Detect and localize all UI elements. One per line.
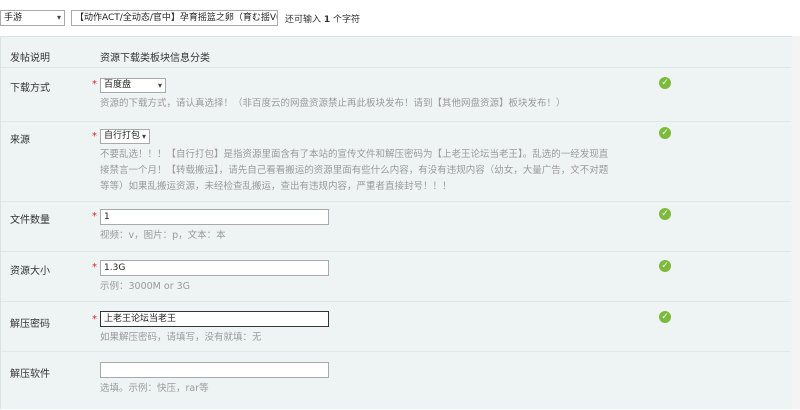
check-icon: ✓ bbox=[659, 77, 671, 89]
download-method-label: 下载方式 bbox=[10, 83, 50, 94]
resource-size-hint: 示例：3000M or 3G bbox=[100, 281, 191, 292]
unzip-password-label: 解压密码 bbox=[10, 319, 50, 330]
category-select[interactable]: 手游 ▾ bbox=[0, 10, 65, 26]
required-marker: * bbox=[92, 262, 97, 273]
required-marker: * bbox=[92, 79, 97, 90]
required-marker: * bbox=[92, 314, 97, 325]
remaining-suffix: 个字符 bbox=[333, 15, 361, 25]
download-method-row: 下载方式 * 百度盘 ▾ 资源的下载方式，请认真选择！（非百度云的网盘资源禁止再… bbox=[1, 67, 791, 122]
file-count-hint: 视频：v，图片：p，文本：本 bbox=[100, 230, 226, 241]
unzip-software-label: 解压软件 bbox=[10, 369, 50, 380]
file-count-label: 文件数量 bbox=[10, 215, 50, 226]
post-title-bar: 手游 ▾ 【动作ACT/全动态/官中】孕育摇篮之卵（育む揺V0.1.33 还可输… bbox=[0, 0, 800, 34]
file-count-input[interactable]: 1 bbox=[100, 209, 329, 225]
source-hint-line-2: 接禁言一个月！【转载搬运】，请先自己看看搬运的资源里面有些什么内容，有没有违规内… bbox=[100, 165, 609, 176]
download-method-hint: 资源的下载方式，请认真选择！（非百度云的网盘资源禁止再此板块发布！请到【其他网盘… bbox=[100, 98, 566, 109]
form-header-row: 发帖说明 资源下载类板块信息分类 bbox=[1, 37, 791, 68]
remaining-char-counter: 还可输入 1 个字符 bbox=[285, 12, 360, 25]
remaining-count: 1 bbox=[323, 15, 331, 25]
source-hint-line-1: 不要乱选！！！【自行打包】是指资源里面含有了本站的宣传文件和解压密码为【上老王论… bbox=[100, 149, 609, 160]
source-select[interactable]: 自行打包 ▾ bbox=[100, 129, 150, 144]
unzip-software-row: 解压软件 选填。示例：快压，rar等 bbox=[1, 351, 791, 410]
title-input[interactable]: 【动作ACT/全动态/官中】孕育摇篮之卵（育む揺V0.1.33 bbox=[71, 10, 278, 26]
source-label: 来源 bbox=[10, 135, 30, 146]
chevron-down-icon: ▾ bbox=[141, 132, 146, 141]
classification-form: 发帖说明 资源下载类板块信息分类 下载方式 * 百度盘 ▾ 资源的下载方式，请认… bbox=[0, 36, 792, 409]
unzip-software-hint: 选填。示例：快压，rar等 bbox=[100, 383, 209, 394]
download-method-value: 百度盘 bbox=[104, 80, 132, 90]
form-header-label: 发帖说明 bbox=[10, 53, 50, 64]
check-icon: ✓ bbox=[659, 260, 671, 272]
file-count-row: 文件数量 * 1 视频：v，图片：p，文本：本 ✓ bbox=[1, 201, 791, 252]
chevron-down-icon: ▾ bbox=[157, 81, 162, 90]
remaining-prefix: 还可输入 bbox=[285, 15, 322, 25]
source-value: 自行打包 bbox=[104, 131, 141, 141]
check-icon: ✓ bbox=[659, 208, 671, 220]
form-header-value: 资源下载类板块信息分类 bbox=[100, 53, 210, 64]
unzip-software-input[interactable] bbox=[100, 362, 329, 378]
resource-size-input[interactable]: 1.3G bbox=[100, 260, 329, 276]
source-row: 来源 * 自行打包 ▾ 不要乱选！！！【自行打包】是指资源里面含有了本站的宣传文… bbox=[1, 121, 791, 202]
chevron-down-icon: ▾ bbox=[56, 13, 61, 22]
check-icon: ✓ bbox=[659, 127, 671, 139]
check-icon: ✓ bbox=[659, 311, 671, 323]
source-hint-line-3: 等等）如果乱搬运资源，未经检查乱搬运，查出有违规内容，严重者直接封号！！！ bbox=[100, 181, 452, 192]
category-select-value: 手游 bbox=[4, 13, 23, 23]
download-method-select[interactable]: 百度盘 ▾ bbox=[100, 78, 166, 93]
unzip-password-row: 解压密码 * 上老王论坛当老王 如果解压密码，请填写，没有就填：无 ✓ bbox=[1, 301, 791, 352]
unzip-password-input[interactable]: 上老王论坛当老王 bbox=[100, 311, 329, 327]
resource-size-label: 资源大小 bbox=[10, 266, 50, 277]
unzip-password-hint: 如果解压密码，请填写，没有就填：无 bbox=[100, 332, 262, 343]
resource-size-row: 资源大小 * 1.3G 示例：3000M or 3G ✓ bbox=[1, 251, 791, 302]
required-marker: * bbox=[92, 131, 97, 142]
required-marker: * bbox=[92, 211, 97, 222]
vertical-scrollbar[interactable] bbox=[792, 36, 800, 409]
